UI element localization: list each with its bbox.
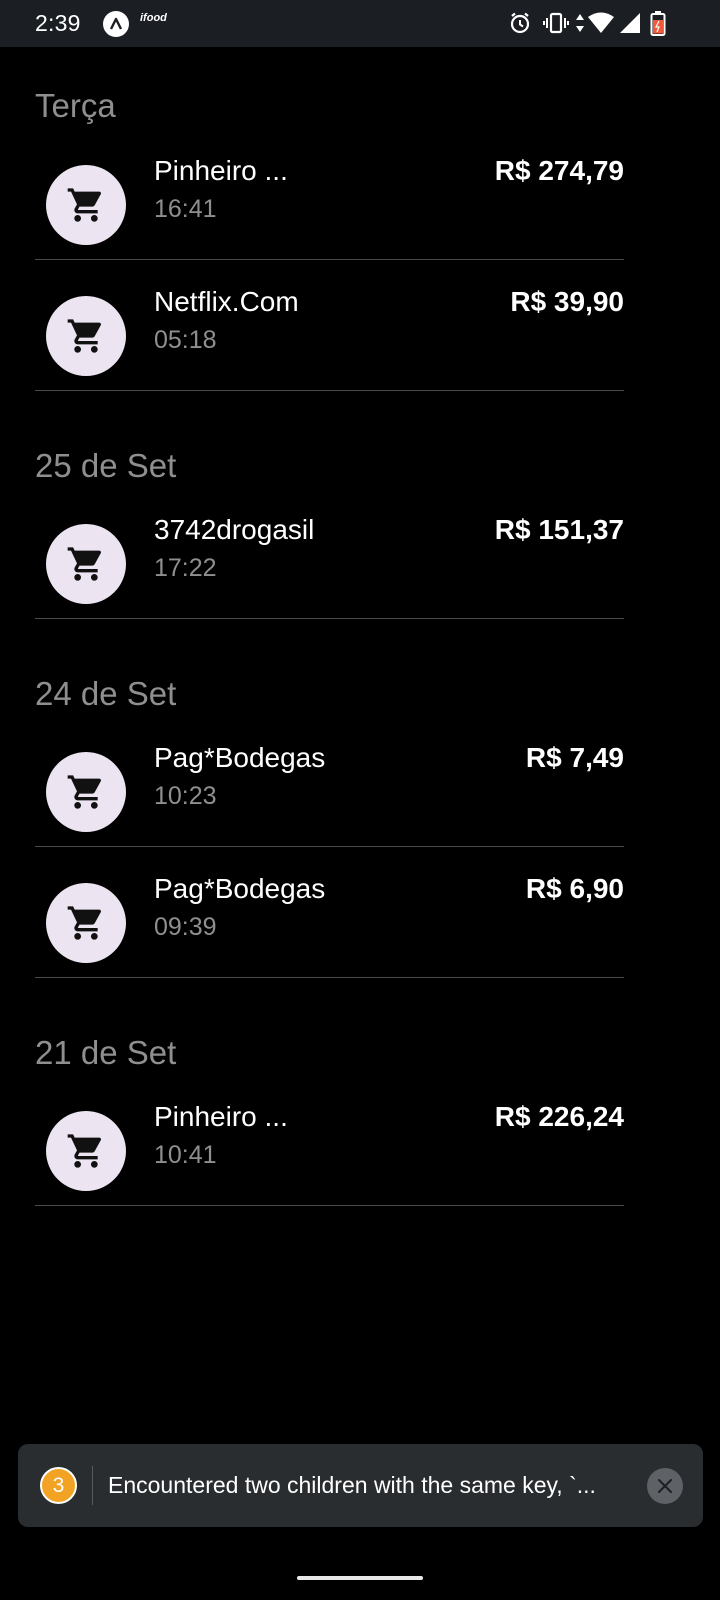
ifood-notification-icon: ifood bbox=[140, 12, 167, 24]
transaction-row[interactable]: Pinheiro ... 16:41 R$ 274,79 bbox=[35, 129, 624, 260]
cart-icon bbox=[46, 524, 126, 604]
transaction-row[interactable]: Pag*Bodegas 10:23 R$ 7,49 bbox=[35, 716, 624, 847]
toast-divider bbox=[92, 1466, 93, 1505]
transaction-row[interactable]: Pinheiro ... 10:41 R$ 226,24 bbox=[35, 1075, 624, 1206]
section-header-terca: Terça bbox=[35, 87, 116, 124]
battery-icon bbox=[650, 11, 666, 42]
transaction-amount: R$ 6,90 bbox=[525, 873, 624, 904]
warning-count-badge: 3 bbox=[40, 1467, 77, 1504]
transaction-row[interactable]: Netflix.Com 05:18 R$ 39,90 bbox=[35, 260, 624, 391]
status-bar: 2:39 ifood bbox=[0, 0, 720, 47]
transaction-amount: R$ 274,79 bbox=[494, 155, 624, 186]
transaction-amount: R$ 226,24 bbox=[494, 1101, 624, 1132]
close-icon[interactable] bbox=[647, 1468, 683, 1504]
transaction-time: 09:39 bbox=[154, 913, 217, 941]
merchant-name: Pag*Bodegas bbox=[154, 742, 326, 773]
wifi-icon bbox=[587, 11, 615, 40]
cart-icon bbox=[46, 296, 126, 376]
transaction-time: 17:22 bbox=[154, 554, 217, 582]
arc-notification-icon bbox=[103, 11, 129, 37]
transaction-amount: R$ 7,49 bbox=[525, 742, 624, 773]
merchant-name: Pag*Bodegas bbox=[154, 873, 326, 904]
home-indicator[interactable] bbox=[297, 1576, 423, 1580]
transaction-row[interactable]: Pag*Bodegas 09:39 R$ 6,90 bbox=[35, 847, 624, 978]
section-header-25-set: 25 de Set bbox=[35, 447, 177, 484]
alarm-icon bbox=[508, 11, 532, 40]
merchant-name: Pinheiro ... bbox=[154, 155, 288, 186]
cart-icon bbox=[46, 883, 126, 963]
section-header-21-set: 21 de Set bbox=[35, 1034, 177, 1071]
cart-icon bbox=[46, 165, 126, 245]
data-arrows-icon bbox=[575, 11, 585, 40]
toast-message: Encountered two children with the same k… bbox=[108, 1472, 596, 1498]
transaction-amount: R$ 151,37 bbox=[494, 514, 624, 545]
vibrate-icon bbox=[543, 11, 569, 40]
merchant-name: 3742drogasil bbox=[154, 514, 315, 545]
warning-toast[interactable]: 3 Encountered two children with the same… bbox=[18, 1444, 703, 1527]
section-header-24-set: 24 de Set bbox=[35, 675, 177, 712]
transaction-time: 10:23 bbox=[154, 782, 217, 810]
status-time: 2:39 bbox=[35, 10, 81, 36]
cart-icon bbox=[46, 1111, 126, 1191]
merchant-name: Netflix.Com bbox=[154, 286, 299, 317]
signal-icon bbox=[618, 11, 642, 40]
transaction-row[interactable]: 3742drogasil 17:22 R$ 151,37 bbox=[35, 488, 624, 619]
transaction-time: 05:18 bbox=[154, 326, 217, 354]
transaction-time: 16:41 bbox=[154, 195, 217, 223]
transaction-time: 10:41 bbox=[154, 1141, 217, 1169]
transaction-amount: R$ 39,90 bbox=[510, 286, 624, 317]
cart-icon bbox=[46, 752, 126, 832]
merchant-name: Pinheiro ... bbox=[154, 1101, 288, 1132]
